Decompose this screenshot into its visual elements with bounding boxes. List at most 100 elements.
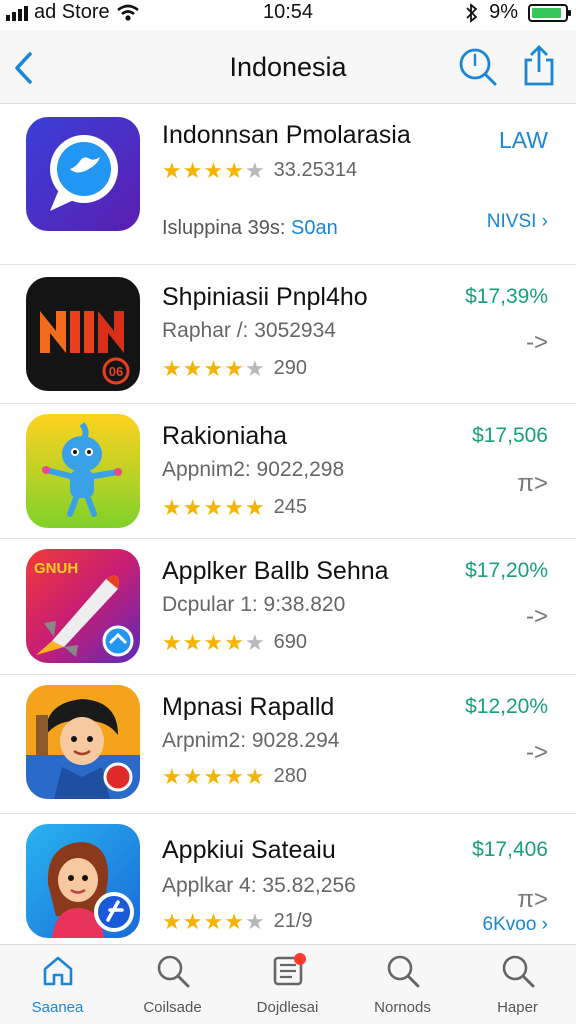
star-icon: ★ bbox=[244, 355, 265, 381]
star-icon: ★ bbox=[203, 908, 224, 934]
star-icon: ★ bbox=[203, 355, 224, 381]
app-detail: Isluppina 39s: S0an bbox=[162, 217, 338, 240]
app-price: $17,20% bbox=[465, 559, 548, 582]
app-icon-creature[interactable] bbox=[26, 414, 140, 528]
tab-search[interactable]: Coilsade bbox=[115, 953, 230, 1016]
app-price: $12,20% bbox=[465, 695, 548, 718]
rating-stars: ★ ★ ★ ★ ★ 33.25314 bbox=[162, 159, 357, 182]
rating-count: 690 bbox=[273, 631, 308, 653]
app-price: $17,506 bbox=[472, 424, 548, 447]
navigation-bar: Indonesia bbox=[0, 30, 576, 104]
rating-count: 33.25314 bbox=[273, 159, 358, 181]
more-link[interactable]: 6Kvoo › bbox=[483, 914, 548, 936]
detail-highlight: S0an bbox=[290, 217, 338, 239]
notification-badge bbox=[294, 953, 306, 965]
app-subtitle: Appnim2: 9022,298 bbox=[162, 458, 345, 481]
star-icon: ★ bbox=[224, 494, 244, 520]
bluetooth-icon bbox=[466, 2, 478, 23]
search-icon[interactable] bbox=[458, 47, 498, 87]
tab-search-3[interactable]: Haper bbox=[460, 953, 575, 1016]
list-item[interactable]: Rakioniaha Appnim2: 9022,298 ★ ★ ★ ★ ★ 245 $1… bbox=[0, 404, 576, 539]
tab-label: Coilsade bbox=[143, 999, 202, 1016]
battery-percent: 9% bbox=[489, 1, 518, 23]
battery-level bbox=[532, 7, 561, 18]
arrow-icon[interactable]: -> bbox=[526, 329, 548, 357]
tab-label: Dojdlesai bbox=[256, 999, 319, 1016]
star-icon: ★ bbox=[203, 494, 224, 520]
star-icon: ★ bbox=[203, 629, 224, 655]
arrow-icon[interactable]: -> bbox=[526, 739, 548, 767]
app-subtitle: Applkar 4: 35.82,256 bbox=[162, 874, 356, 897]
app-subtitle: Arpnim2: 9028.294 bbox=[162, 729, 340, 752]
star-icon: ★ bbox=[244, 763, 265, 789]
tab-label: Haper bbox=[497, 999, 538, 1016]
app-icon-game[interactable]: 06 bbox=[26, 277, 140, 391]
star-icon: ★ bbox=[203, 763, 224, 789]
star-icon: ★ bbox=[182, 908, 203, 934]
list-item[interactable]: Indonnsan Pmolarasia ★ ★ ★ ★ ★ 33.25314 Islup… bbox=[0, 105, 576, 265]
app-icon-girl[interactable] bbox=[26, 824, 140, 938]
app-name: Appkiui Sateaiu bbox=[162, 836, 336, 864]
battery-icon bbox=[528, 3, 571, 22]
rating-stars: ★ ★ ★ ★ ★ 690 bbox=[162, 631, 307, 654]
app-price: $17,39% bbox=[465, 285, 548, 308]
star-icon: ★ bbox=[224, 157, 244, 183]
star-icon: ★ bbox=[162, 157, 182, 183]
star-icon: ★ bbox=[182, 157, 203, 183]
star-icon: ★ bbox=[244, 494, 265, 520]
tab-label: Nornods bbox=[374, 999, 431, 1016]
app-icon-messenger[interactable] bbox=[26, 117, 140, 231]
tab-bar: Saanea Coilsade Dojdlesai Nornods Haper bbox=[0, 944, 576, 1024]
app-name: Applker Ballb Sehna bbox=[162, 557, 389, 585]
detail-prefix: Isluppina 39s: bbox=[162, 217, 286, 239]
home-icon bbox=[43, 956, 72, 986]
svg-text:GNUH: GNUH bbox=[34, 560, 78, 577]
app-icon-rocket[interactable]: GNUH bbox=[26, 549, 140, 663]
arrow-icon[interactable]: π> bbox=[517, 886, 548, 914]
rating-stars: ★ ★ ★ ★ ★ 280 bbox=[162, 765, 307, 788]
app-subtitle: Raphar /: 3052934 bbox=[162, 319, 336, 342]
app-name: Mpnasi Rapalld bbox=[162, 693, 335, 721]
app-name: Indonnsan Pmolarasia bbox=[162, 121, 411, 149]
app-price: $17,406 bbox=[472, 838, 548, 861]
share-icon[interactable] bbox=[520, 44, 558, 88]
app-list: Indonnsan Pmolarasia ★ ★ ★ ★ ★ 33.25314 Islup… bbox=[0, 105, 576, 944]
tab-home[interactable]: Saanea bbox=[0, 953, 115, 1016]
star-icon: ★ bbox=[162, 494, 182, 520]
star-icon: ★ bbox=[182, 355, 203, 381]
star-icon: ★ bbox=[162, 355, 182, 381]
rating-stars: ★ ★ ★ ★ ★ 21/9 bbox=[162, 910, 313, 933]
tab-updates[interactable]: Dojdlesai bbox=[230, 953, 345, 1016]
star-icon: ★ bbox=[224, 763, 244, 789]
star-icon: ★ bbox=[224, 355, 244, 381]
tab-search-2[interactable]: Nornods bbox=[345, 953, 460, 1016]
search-icon bbox=[387, 955, 419, 988]
star-icon: ★ bbox=[203, 157, 224, 183]
svg-text:06: 06 bbox=[109, 364, 123, 379]
star-icon: ★ bbox=[244, 908, 265, 934]
app-icon-character[interactable] bbox=[26, 685, 140, 799]
list-item[interactable]: Appkiui Sateaiu Applkar 4: 35.82,256 ★ ★ ★… bbox=[0, 814, 576, 944]
search-icon bbox=[502, 955, 534, 988]
search-icon bbox=[157, 955, 189, 988]
app-subtitle: Dcpular 1: 9:38.820 bbox=[162, 593, 346, 616]
star-icon: ★ bbox=[182, 763, 203, 789]
list-item[interactable]: 06 Shpiniasii Pnpl4ho Raphar /: 3052934 … bbox=[0, 265, 576, 404]
rating-count: 245 bbox=[273, 496, 308, 518]
rating-count: 290 bbox=[273, 357, 308, 379]
arrow-icon[interactable]: π> bbox=[517, 470, 548, 498]
star-icon: ★ bbox=[244, 157, 265, 183]
star-icon: ★ bbox=[182, 629, 203, 655]
star-icon: ★ bbox=[224, 908, 244, 934]
more-link[interactable]: NIVSI › bbox=[487, 211, 548, 233]
list-item[interactable]: GNUH Applker Ballb Sehna Dcpular 1: 9:38… bbox=[0, 539, 576, 675]
list-item[interactable]: Mpnasi Rapalld Arpnim2: 9028.294 ★ ★ ★ ★ ★ 28… bbox=[0, 675, 576, 814]
app-name: Rakioniaha bbox=[162, 422, 288, 450]
rating-stars: ★ ★ ★ ★ ★ 245 bbox=[162, 496, 307, 519]
rating-count: 21/9 bbox=[273, 910, 313, 932]
star-icon: ★ bbox=[224, 629, 244, 655]
star-icon: ★ bbox=[244, 629, 265, 655]
get-button[interactable]: LAW bbox=[499, 127, 548, 154]
star-icon: ★ bbox=[162, 908, 182, 934]
arrow-icon[interactable]: -> bbox=[526, 603, 548, 631]
